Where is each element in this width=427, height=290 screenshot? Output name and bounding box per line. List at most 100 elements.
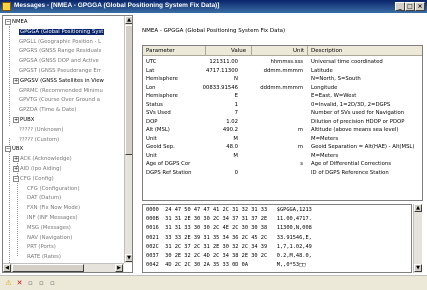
tree-item[interactable]: NAV (Navigation) (21, 234, 72, 242)
cell-unit: ddmm.mmmm (263, 67, 303, 74)
tree-item[interactable]: RATE (Rates) (21, 253, 61, 261)
hex-row: 002C 31 2C 37 2C 31 2E 30 32 2C 34 39 1,… (146, 243, 312, 250)
tree-item[interactable]: CFG (Configuration) (21, 185, 80, 193)
scroll-down-button[interactable]: ▼ (125, 254, 132, 262)
cell-description: Latitude (311, 67, 333, 74)
cell-parameter: Alt (MSL) (146, 127, 170, 133)
table-row[interactable]: Unit M M=Meters (143, 152, 422, 160)
tree-item[interactable]: − UBX (5, 145, 23, 153)
table-row[interactable]: UTC 121311.00 hhmmss.sss Universal time coo… (143, 58, 422, 66)
tree-item-label: ACK (Acknowledge) (20, 156, 72, 163)
tree-item[interactable]: GPGST (GNSS Pseudorange Err (13, 67, 101, 75)
table-row[interactable]: SVs Used 7 Number of SVs used for Navigati… (143, 109, 422, 117)
tree-item[interactable]: GPGLL (Geographic Position - L (13, 38, 101, 46)
table-row[interactable]: Age of DGPS Cor s Age of Differential Corr… (143, 160, 422, 168)
table-row[interactable]: DGPS Ref Station 0 ID of DGPS Reference St… (143, 169, 422, 177)
tree-item[interactable]: − CFG (Config) (13, 175, 54, 183)
tree-item-label: GPGSA (GNSS DOP and Active (19, 58, 99, 65)
scroll-up-button[interactable]: ▲ (125, 16, 132, 24)
tree-expander-icon[interactable]: + (13, 166, 19, 172)
tree-item[interactable]: − NMEA (5, 18, 28, 26)
maximize-button[interactable]: □ (405, 2, 415, 11)
table-row[interactable]: Hemisphere N N=North, S=South (143, 75, 422, 83)
cell-value: 490.2 (222, 127, 238, 133)
cell-value: 7 (234, 110, 238, 116)
tree-item[interactable]: ????? (Custom) (13, 136, 59, 144)
table-row[interactable]: Lon 00833.91546 dddmm.mmmm Longitude (143, 84, 422, 92)
tree-item[interactable]: + GPGSV (GNSS Satellites in View (13, 77, 104, 85)
message-title: NMEA - GPGGA (Global Positioning System … (142, 28, 286, 34)
tree-item[interactable]: MSG (Messages) (21, 224, 71, 232)
tool-icon-3[interactable]: ▫ (48, 279, 57, 288)
tree-expander-icon[interactable]: − (5, 146, 11, 153)
tree-expander-icon[interactable]: + (13, 156, 19, 163)
scroll-thumb[interactable] (125, 25, 132, 155)
cell-description: N=North, S=South (311, 76, 361, 82)
table-row[interactable]: Alt (MSL) 490.2 m Altitude (above means sea… (143, 126, 422, 134)
cell-value: 4717.11300 (205, 67, 238, 74)
tree-item[interactable]: ????? (Unknown) (13, 126, 63, 134)
table-row[interactable]: Geoid Sep. 48.0 m Geoid Separation = Alt(HA… (143, 143, 422, 151)
tree-horizontal-scrollbar[interactable]: ◀ ▶ (3, 263, 124, 272)
cell-value: 0 (234, 169, 238, 176)
hex-row: 0042 4D 2C 2C 30 2A 35 33 0D 0A M,,0*53□… (146, 262, 306, 269)
hex-scroll-down-button[interactable]: ▼ (414, 264, 422, 272)
message-tree[interactable]: ▲ ▼ ◀ ▶ − NMEA GPGGA (Global Positioning S… (2, 15, 133, 273)
cell-parameter: DGPS Ref Station (146, 169, 192, 176)
cell-value: 121311.00 (209, 59, 238, 65)
minimize-button[interactable]: _ (395, 2, 405, 11)
table-row[interactable]: Unit M M=Meters (143, 135, 422, 143)
table-row[interactable]: Lat 4717.11300 ddmm.mmmm Latitude (143, 67, 422, 75)
tree-item[interactable]: + AID (Ipo Aiding) (13, 165, 62, 173)
tree-item[interactable]: GPRMC (Recommended Minimu (13, 87, 103, 95)
cell-parameter: SVs Used (146, 110, 171, 116)
cell-description: Longitude (311, 84, 338, 91)
col-header-parameter[interactable]: Parameter (146, 48, 175, 54)
table-row[interactable]: DOP 1.02 Dilution of precision HDOP or PDO… (143, 118, 422, 126)
tree-item[interactable]: INF (INF Messages) (21, 214, 78, 222)
tree-vertical-scrollbar[interactable]: ▲ ▼ (124, 16, 132, 263)
tree-item[interactable]: + PUBX (13, 116, 34, 124)
tree-item[interactable]: FXN (Fix Now Mode) (21, 204, 80, 212)
table-header: Parameter Value Unit Description (143, 46, 422, 56)
tool-icon-2[interactable]: ▫ (37, 279, 46, 288)
cell-parameter: Geoid Sep. (146, 144, 175, 150)
cell-parameter: Lon (146, 84, 156, 91)
tree-item[interactable]: GPGSA (GNSS DOP and Active (13, 57, 99, 65)
tree-expander-icon[interactable]: − (5, 19, 11, 25)
tree-expander-icon[interactable]: − (13, 175, 19, 182)
scroll-h-thumb[interactable] (12, 264, 84, 272)
close-button[interactable]: × (415, 2, 425, 11)
cell-unit: s (300, 161, 303, 167)
col-header-unit[interactable]: Unit (293, 48, 304, 54)
cell-parameter: Lat (146, 67, 155, 74)
window-title: Messages - [NMEA - GPGGA (Global Positio… (14, 2, 220, 9)
table-row[interactable]: Hemisphere E E=East, W=West (143, 92, 422, 100)
scroll-right-button[interactable]: ▶ (115, 264, 123, 272)
error-icon[interactable]: ✕ (15, 279, 24, 288)
tool-icon-1[interactable]: ▫ (26, 279, 35, 288)
tree-item-label: ????? (Custom) (19, 136, 60, 143)
col-header-value[interactable]: Value (231, 48, 246, 54)
tree-item[interactable]: DAT (Datum) (21, 194, 61, 202)
cell-parameter: UTC (146, 59, 157, 65)
hex-dump-view[interactable]: 0000 24 47 50 47 47 41 2C 31 32 31 33 $G… (142, 204, 412, 273)
tree-item[interactable]: + ACK (Acknowledge) (13, 155, 72, 163)
warning-icon[interactable]: ⚠ (4, 279, 13, 288)
tree-item[interactable]: GPGRS (GNSS Range Residuals (13, 47, 101, 55)
hex-scroll-up-button[interactable]: ▲ (414, 204, 422, 212)
tree-expander-icon[interactable]: + (13, 77, 19, 84)
scroll-left-button[interactable]: ◀ (3, 264, 11, 272)
tree-item-label: GPGST (GNSS Pseudorange Err (19, 68, 102, 74)
hex-row: 0016 31 31 33 30 30 2C 4E 2C 30 30 38 11… (146, 225, 312, 232)
tree-item[interactable]: GPGGA (Global Positioning Syst (13, 28, 105, 36)
cell-description: Altitude (above means sea level) (311, 127, 399, 133)
tree-item[interactable]: GPZDA (Time & Date) (13, 106, 76, 114)
tree-item[interactable]: PRT (Ports) (21, 243, 56, 251)
table-row[interactable]: Status 1 0=Invalid, 1=2D/3D, 2=DGPS (143, 101, 422, 109)
tree-expander-icon[interactable]: + (13, 117, 19, 123)
col-header-description[interactable]: Description (311, 48, 342, 54)
tree-item[interactable]: GPVTG (Course Over Ground a (13, 96, 100, 104)
hex-vertical-scrollbar[interactable]: ▲ ▼ (413, 204, 422, 273)
cell-description: E=East, W=West (311, 93, 357, 99)
